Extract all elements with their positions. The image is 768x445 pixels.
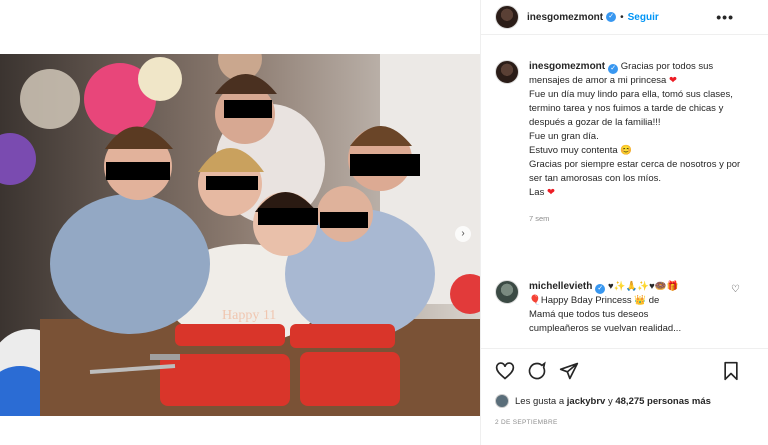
post-header: inesgomezmont ✓ • Seguir ••• <box>481 0 768 35</box>
caption-line-2: Fue un día muy lindo para ella, tomó sus… <box>529 89 733 128</box>
likes-summary: Les gusta a jackybrv y 48,275 personas m… <box>495 394 711 408</box>
comment-like-icon[interactable]: ♡ <box>731 284 740 295</box>
comment-line-1: 🎈Happy Bday Princess 👑 de <box>529 295 660 306</box>
likes-mid: y <box>607 395 613 407</box>
post-caption: inesgomezmont ✓ Gracias por todos sus men… <box>495 60 755 226</box>
commenter-username[interactable]: michellevieth <box>529 281 592 292</box>
save-icon[interactable] <box>721 361 741 381</box>
post-photo[interactable]: Happy 11 › <box>0 54 480 416</box>
heart-emoji: ❤ <box>546 187 555 198</box>
caption-line-6: Las <box>529 187 545 198</box>
caption-line-4: Estuvo muy contenta <box>529 145 618 156</box>
smile-emoji: 😊 <box>620 145 633 156</box>
liker-username[interactable]: jackybrv <box>567 396 606 407</box>
comment-line-2: Mamá que todos tus deseos <box>529 309 649 320</box>
post-time[interactable]: 7 sem <box>529 212 754 226</box>
comment-icon[interactable] <box>527 361 547 381</box>
comment-item: michellevieth ✓ ♥✨🙏✨♥🍩🎁 🎈Happy Bday Princ… <box>495 280 757 336</box>
verified-icon: ✓ <box>608 64 619 74</box>
author-avatar[interactable] <box>495 5 519 29</box>
liker-avatar[interactable] <box>495 394 509 408</box>
comment-line-3: cumpleañeros se vuelvan realidad... <box>529 323 682 334</box>
follow-button[interactable]: Seguir <box>628 12 659 23</box>
caption-line-5: Gracias por siempre estar cerca de nosot… <box>529 159 741 184</box>
action-bar <box>481 348 768 390</box>
verified-icon: ✓ <box>606 12 617 22</box>
post-date: 2 DE SEPTIEMBRE <box>495 419 558 426</box>
likes-prefix: Les gusta a <box>515 395 565 407</box>
comment-emojis: ♥✨🙏✨♥🍩🎁 <box>608 281 679 292</box>
heart-emoji: ❤ <box>668 75 677 86</box>
share-icon[interactable] <box>559 361 579 381</box>
separator-dot: • <box>620 11 624 23</box>
cake-topper: Happy 11 <box>222 308 276 323</box>
commenter-avatar[interactable] <box>495 280 519 304</box>
verified-icon: ✓ <box>595 284 606 294</box>
family-photo-image: Happy 11 <box>0 54 480 416</box>
author-username[interactable]: inesgomezmont <box>527 12 603 23</box>
carousel-next-button[interactable]: › <box>455 226 471 242</box>
likes-count[interactable]: 48,275 personas más <box>615 396 711 407</box>
caption-avatar[interactable] <box>495 60 519 84</box>
caption-line-3: Fue un gran día. <box>529 131 599 142</box>
more-options-icon[interactable]: ••• <box>716 9 734 25</box>
like-icon[interactable] <box>495 361 515 381</box>
post-side-panel: inesgomezmont ✓ • Seguir ••• inesgomezmo… <box>481 0 768 445</box>
caption-username[interactable]: inesgomezmont <box>529 61 605 72</box>
